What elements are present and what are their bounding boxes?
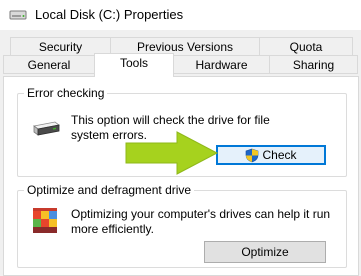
tab-hardware[interactable]: Hardware xyxy=(173,55,270,74)
defrag-icon xyxy=(33,208,57,233)
optimize-description: Optimizing your computer's drives can he… xyxy=(71,207,341,237)
tab-quota[interactable]: Quota xyxy=(259,37,353,56)
tab-label: Security xyxy=(38,40,83,54)
tab-sharing[interactable]: Sharing xyxy=(269,55,358,74)
tab-label: Quota xyxy=(289,40,323,54)
tab-label: General xyxy=(27,58,71,72)
window-title: Local Disk (C:) Properties xyxy=(35,7,184,22)
optimize-button-content: Optimize xyxy=(205,242,325,262)
check-button-content: Check xyxy=(217,146,325,164)
check-button-label: Check xyxy=(262,148,297,162)
check-button[interactable]: Check xyxy=(216,145,326,165)
optimize-group-label: Optimize and defragment drive xyxy=(24,183,195,197)
tab-general[interactable]: General xyxy=(3,55,95,74)
green-arrow-icon xyxy=(125,131,219,175)
error-checking-group-label: Error checking xyxy=(24,86,108,100)
title-bar: Local Disk (C:) Properties xyxy=(0,0,361,30)
error-checking-description-line: This option will check the drive for fil… xyxy=(71,113,270,127)
tab-label: Hardware xyxy=(195,58,248,72)
optimize-description-line: more efficiently. xyxy=(71,222,154,236)
optimize-description-line: Optimizing your computer's drives can he… xyxy=(71,207,331,221)
tab-tools[interactable]: Tools xyxy=(94,53,174,77)
drive-icon xyxy=(33,121,60,136)
optimize-button[interactable]: Optimize xyxy=(204,241,326,263)
drive-title-icon xyxy=(9,10,27,20)
uac-shield-icon xyxy=(246,148,259,162)
optimize-button-label: Optimize xyxy=(241,245,289,259)
tab-label: Tools xyxy=(119,56,148,70)
tab-label: Sharing xyxy=(292,58,335,72)
tab-label: Previous Versions xyxy=(136,40,234,54)
